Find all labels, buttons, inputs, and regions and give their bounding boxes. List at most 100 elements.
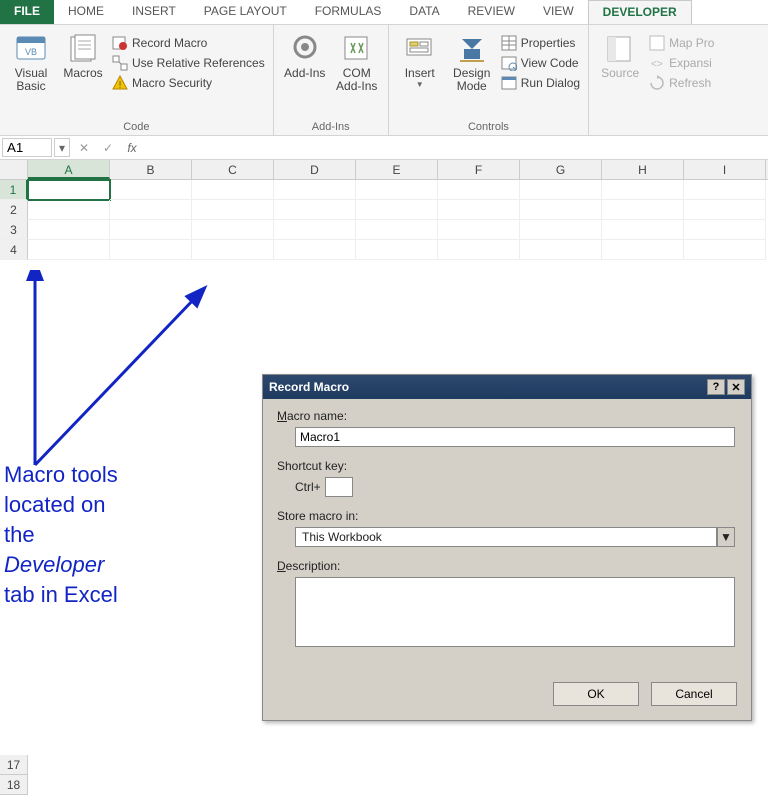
cancel-button[interactable]: Cancel <box>651 682 737 706</box>
dialog-titlebar[interactable]: Record Macro ? ✕ <box>263 375 751 399</box>
cell[interactable] <box>438 240 520 260</box>
svg-text:!: ! <box>119 80 122 91</box>
cell[interactable] <box>602 220 684 240</box>
cell[interactable] <box>684 240 766 260</box>
cell[interactable] <box>602 240 684 260</box>
annotation-line: Macro tools <box>4 460 234 490</box>
tab-file[interactable]: FILE <box>0 0 54 24</box>
worksheet-grid: A B C D E F G H I 1 2 3 4 17 18 Macro to… <box>0 160 768 260</box>
cell[interactable] <box>356 240 438 260</box>
cell[interactable] <box>274 220 356 240</box>
cell[interactable] <box>274 200 356 220</box>
cell[interactable] <box>684 200 766 220</box>
macros-button[interactable]: Macros <box>60 29 106 119</box>
cell[interactable] <box>110 200 192 220</box>
cell[interactable] <box>110 180 192 200</box>
record-macro-button[interactable]: Record Macro <box>112 35 265 51</box>
addins-button[interactable]: Add-Ins <box>282 29 328 119</box>
col-head-c[interactable]: C <box>192 160 274 179</box>
cell[interactable] <box>438 180 520 200</box>
source-button[interactable]: Source <box>597 29 643 119</box>
select-all-corner[interactable] <box>0 160 28 179</box>
cell[interactable] <box>602 200 684 220</box>
tab-view[interactable]: VIEW <box>529 0 588 24</box>
tab-formulas[interactable]: FORMULAS <box>301 0 396 24</box>
row-head-1[interactable]: 1 <box>0 180 28 200</box>
row-head-18[interactable]: 18 <box>0 775 28 795</box>
cell[interactable] <box>274 240 356 260</box>
name-box[interactable] <box>2 138 52 157</box>
store-macro-select[interactable]: This Workbook <box>295 527 717 547</box>
run-dialog-button[interactable]: Run Dialog <box>501 75 580 91</box>
ok-button[interactable]: OK <box>553 682 639 706</box>
properties-button[interactable]: Properties <box>501 35 580 51</box>
tab-insert[interactable]: INSERT <box>118 0 190 24</box>
cell[interactable] <box>274 180 356 200</box>
cell[interactable] <box>192 240 274 260</box>
cell[interactable] <box>192 180 274 200</box>
col-head-a[interactable]: A <box>28 160 110 179</box>
view-code-button[interactable]: View Code <box>501 55 580 71</box>
col-head-h[interactable]: H <box>602 160 684 179</box>
description-input[interactable] <box>295 577 735 647</box>
cell-a1[interactable] <box>28 180 110 200</box>
use-relative-button[interactable]: Use Relative References <box>112 55 265 71</box>
cell[interactable] <box>602 180 684 200</box>
cell[interactable] <box>684 180 766 200</box>
cell[interactable] <box>110 240 192 260</box>
cell[interactable] <box>192 200 274 220</box>
store-macro-dropdown-button[interactable]: ▼ <box>717 527 735 547</box>
tab-developer[interactable]: DEVELOPER <box>588 0 692 24</box>
col-head-b[interactable]: B <box>110 160 192 179</box>
cell[interactable] <box>28 240 110 260</box>
col-head-d[interactable]: D <box>274 160 356 179</box>
cell[interactable] <box>192 220 274 240</box>
cell[interactable] <box>520 180 602 200</box>
row-head-4[interactable]: 4 <box>0 240 28 260</box>
shortcut-key-input[interactable] <box>325 477 353 497</box>
cell[interactable] <box>28 200 110 220</box>
com-addins-icon <box>341 33 373 65</box>
col-head-e[interactable]: E <box>356 160 438 179</box>
cell[interactable] <box>520 220 602 240</box>
fx-button[interactable]: fx <box>120 136 144 159</box>
cell[interactable] <box>438 220 520 240</box>
dialog-help-button[interactable]: ? <box>707 379 725 395</box>
close-icon: ✕ <box>731 381 740 394</box>
dialog-close-button[interactable]: ✕ <box>727 379 745 395</box>
run-dialog-label: Run Dialog <box>521 76 580 90</box>
map-properties-icon <box>649 35 665 51</box>
cell[interactable] <box>520 200 602 220</box>
tab-page-layout[interactable]: PAGE LAYOUT <box>190 0 301 24</box>
enter-formula-button[interactable]: ✓ <box>96 136 120 159</box>
col-head-g[interactable]: G <box>520 160 602 179</box>
tab-review[interactable]: REVIEW <box>454 0 529 24</box>
insert-controls-button[interactable]: Insert ▼ <box>397 29 443 119</box>
col-head-i[interactable]: I <box>684 160 766 179</box>
design-mode-button[interactable]: DesignMode <box>449 29 495 119</box>
tab-data[interactable]: DATA <box>395 0 453 24</box>
formula-input[interactable] <box>144 136 768 159</box>
cancel-formula-button[interactable]: ✕ <box>72 136 96 159</box>
cell[interactable] <box>684 220 766 240</box>
visual-basic-button[interactable]: VB VisualBasic <box>8 29 54 119</box>
col-head-f[interactable]: F <box>438 160 520 179</box>
macro-security-button[interactable]: ! Macro Security <box>112 75 265 91</box>
row-head-3[interactable]: 3 <box>0 220 28 240</box>
cell[interactable] <box>438 200 520 220</box>
macro-name-input[interactable] <box>295 427 735 447</box>
row-head-17[interactable]: 17 <box>0 755 28 775</box>
cell[interactable] <box>520 240 602 260</box>
cell[interactable] <box>356 180 438 200</box>
cell[interactable] <box>356 220 438 240</box>
name-box-dropdown[interactable]: ▾ <box>54 138 70 157</box>
cell[interactable] <box>110 220 192 240</box>
row-head-2[interactable]: 2 <box>0 200 28 220</box>
tab-home[interactable]: HOME <box>54 0 118 24</box>
expansion-packs-button[interactable]: <> Expansi <box>649 55 714 71</box>
cell[interactable] <box>356 200 438 220</box>
cell[interactable] <box>28 220 110 240</box>
com-addins-button[interactable]: COMAdd-Ins <box>334 29 380 119</box>
map-properties-button[interactable]: Map Pro <box>649 35 714 51</box>
refresh-data-button[interactable]: Refresh <box>649 75 714 91</box>
